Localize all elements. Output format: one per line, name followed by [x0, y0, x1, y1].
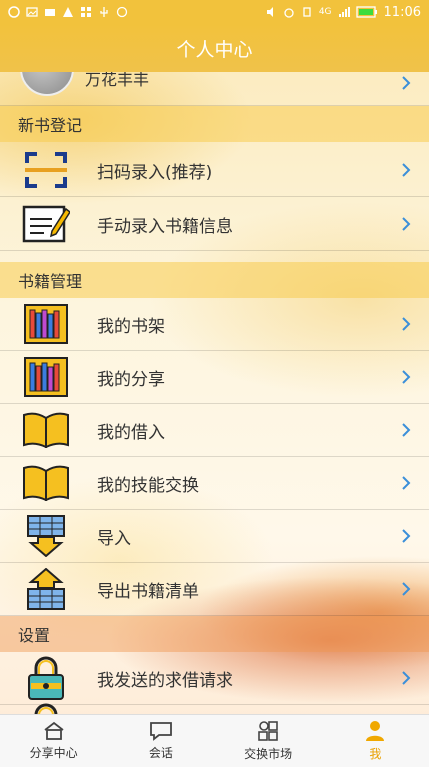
chevron-right-icon	[402, 370, 411, 384]
chevron-right-icon	[402, 217, 411, 231]
item-label: 我的技能交换	[97, 475, 199, 496]
item-label: 我的书架	[97, 316, 165, 337]
list-item-sent-requests[interactable]: 我发送的求借请求	[0, 652, 429, 705]
avatar	[20, 72, 74, 96]
bookshelf-icon	[22, 302, 70, 346]
vibrate-icon	[303, 7, 311, 17]
profile-name: 万花丰丰	[85, 72, 150, 89]
chevron-right-icon	[402, 476, 411, 490]
user-icon	[366, 721, 385, 741]
market-icon	[258, 721, 278, 741]
scan-icon	[22, 148, 70, 192]
chevron-right-icon	[402, 163, 411, 177]
chat-icon	[149, 722, 172, 741]
list-item-import[interactable]: 导入	[0, 510, 429, 563]
mail-icon	[45, 9, 55, 16]
item-label: 我发送的求借请求	[97, 670, 233, 691]
signal-icon	[338, 7, 350, 17]
list-item-my-share[interactable]: 我的分享	[0, 351, 429, 404]
chevron-right-icon	[402, 529, 411, 543]
chevron-right-icon	[402, 582, 411, 596]
lock-icon	[22, 703, 70, 714]
notification-icon	[8, 6, 20, 18]
bottom-tab-bar: 分享中心 会话 交换市场 我	[0, 714, 429, 767]
tab-exchange-market[interactable]: 交换市场	[215, 715, 322, 767]
chevron-right-icon	[402, 76, 411, 90]
alarm-icon	[284, 8, 294, 18]
item-label: 手动录入书籍信息	[97, 216, 233, 237]
list-item-borrowed[interactable]: 我的借入	[0, 404, 429, 457]
chevron-right-icon	[402, 671, 411, 685]
list-item-export[interactable]: 导出书籍清单	[0, 563, 429, 616]
export-icon	[22, 567, 70, 611]
mute-icon	[266, 7, 273, 17]
section-title: 新书登记	[18, 116, 83, 135]
status-time: 11:06	[383, 4, 421, 20]
item-label: 导入	[97, 528, 131, 549]
item-label: 我的借入	[97, 422, 165, 443]
list-item-scan[interactable]: 扫码录入(推荐)	[0, 144, 429, 197]
usb-icon	[100, 7, 108, 17]
section-header-settings: 设置	[0, 616, 429, 652]
status-bar: 4G 11:06	[0, 0, 429, 24]
item-label: 扫码录入(推荐)	[97, 162, 213, 183]
chevron-right-icon	[402, 317, 411, 331]
profile-row[interactable]: 万花丰丰	[0, 72, 429, 106]
edit-form-icon	[22, 202, 70, 246]
circle-status-icon	[116, 6, 128, 18]
chevron-right-icon	[402, 423, 411, 437]
tab-label: 会话	[148, 746, 173, 760]
list-item-skill-exchange[interactable]: 我的技能交换	[0, 457, 429, 510]
lock-icon	[22, 656, 70, 700]
tab-share-center[interactable]: 分享中心	[0, 715, 107, 767]
section-title: 书籍管理	[18, 272, 83, 291]
content-scroll[interactable]: 万花丰丰 新书登记 扫码录入(推荐) 手动录入书籍信息 书籍管理 我的书架 我的…	[0, 72, 429, 714]
list-item-partial[interactable]	[0, 703, 429, 714]
tab-label: 我	[369, 747, 382, 761]
item-label: 我的分享	[97, 369, 165, 390]
tab-label: 分享中心	[29, 746, 78, 760]
share-books-icon	[22, 355, 70, 399]
section-title: 设置	[18, 626, 51, 645]
tab-me[interactable]: 我	[322, 715, 429, 767]
open-book-icon	[22, 408, 70, 452]
page-title: 个人中心	[176, 38, 253, 61]
item-label: 导出书籍清单	[97, 581, 199, 602]
list-item-manual-entry[interactable]: 手动录入书籍信息	[0, 198, 429, 251]
home-icon	[44, 721, 64, 740]
app-icon	[81, 7, 91, 17]
tab-chat[interactable]: 会话	[107, 715, 214, 767]
import-icon	[22, 514, 70, 558]
image-icon	[26, 7, 38, 17]
warning-icon	[63, 7, 73, 17]
list-item-bookshelf[interactable]: 我的书架	[0, 298, 429, 351]
open-book-icon	[22, 461, 70, 505]
network-type: 4G	[318, 7, 332, 17]
tab-label: 交换市场	[244, 747, 293, 761]
battery-icon	[355, 6, 377, 18]
title-bar: 个人中心	[0, 24, 429, 72]
section-header-book-mgmt: 书籍管理	[0, 262, 429, 298]
section-header-new-book: 新书登记	[0, 106, 429, 142]
